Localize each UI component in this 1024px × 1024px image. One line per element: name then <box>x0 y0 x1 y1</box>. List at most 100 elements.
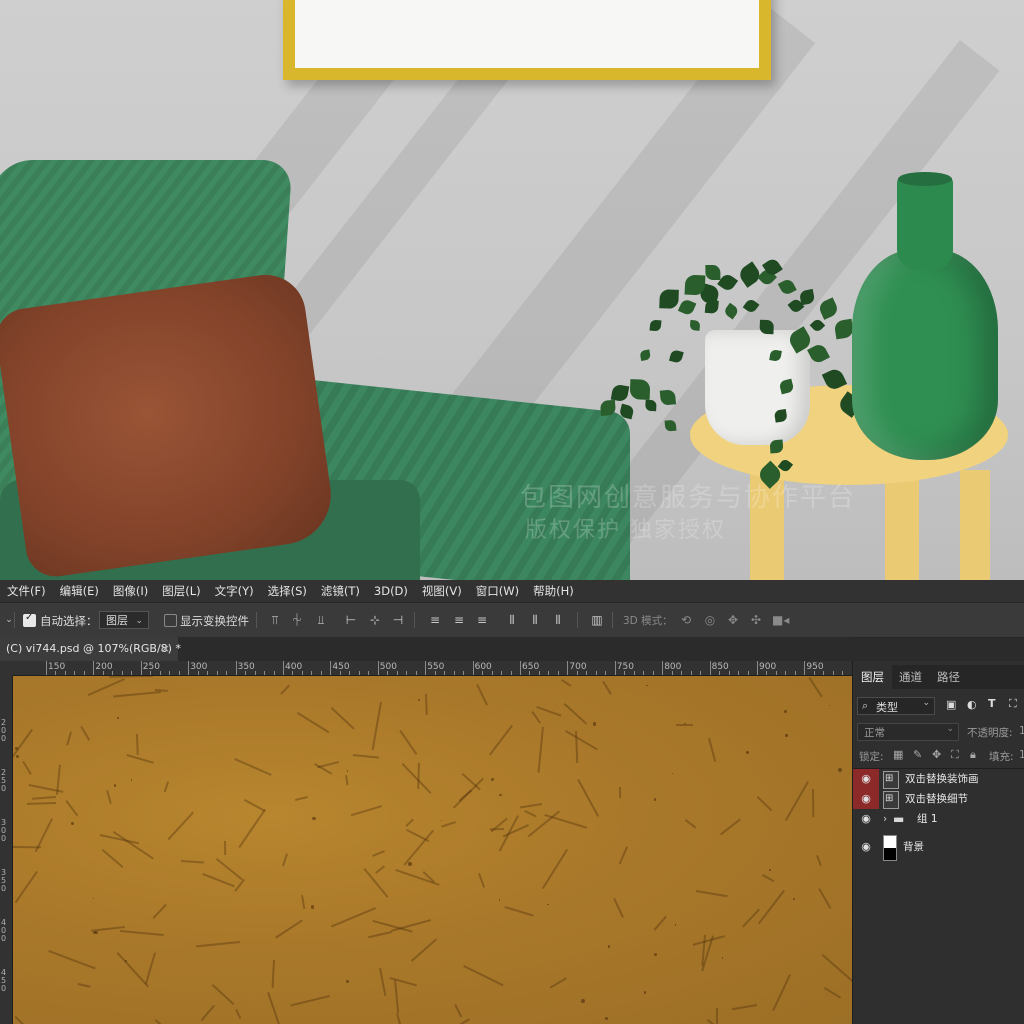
filter-type-icon[interactable]: T <box>988 697 996 710</box>
menu-item[interactable]: 3D(D) <box>367 584 415 598</box>
distribute-horizontal-center-icon[interactable]: ⦀ <box>528 613 542 627</box>
menu-item[interactable]: 文字(Y) <box>208 583 261 599</box>
layer-row[interactable]: ◉ 背景 <box>853 833 1024 861</box>
smart-object-thumbnail: ⊞ <box>883 771 899 789</box>
ruler-minor-tick <box>178 671 180 675</box>
ivy-leaf <box>689 319 701 331</box>
eye-icon[interactable]: ◉ <box>853 769 879 789</box>
distribute-left-icon[interactable]: ⦀ <box>505 613 519 627</box>
panel-tab[interactable]: 通道 <box>891 665 930 689</box>
eye-icon[interactable]: ◉ <box>853 789 879 809</box>
menu-item[interactable]: 窗口(W) <box>469 583 526 599</box>
menu-item[interactable]: 编辑(E) <box>53 583 106 599</box>
blend-mode-value: 正常 <box>864 727 885 739</box>
align-vertical-center-icon[interactable]: ⏆ <box>290 613 304 627</box>
texture-crack <box>372 701 383 751</box>
menu-item[interactable]: 滤镜(T) <box>314 583 367 599</box>
ruler-minor-tick <box>747 671 749 675</box>
texture-speck <box>605 1016 609 1020</box>
ruler-minor-tick <box>150 671 152 675</box>
texture-crack <box>504 906 534 916</box>
chevron-down-icon: ⌄ <box>946 724 954 734</box>
texture-crack <box>152 903 168 919</box>
texture-crack <box>563 702 587 724</box>
lock-transparent-icon[interactable]: ▦ <box>893 748 903 761</box>
layer-row[interactable]: ◉ › ▬ 组 1 <box>853 809 1024 829</box>
layer-row[interactable]: ◉ ⊞ 双击替换装饰画 <box>853 769 1024 789</box>
table-leg <box>885 470 919 580</box>
ruler-minor-tick <box>463 671 465 675</box>
menu-item[interactable]: 选择(S) <box>261 583 314 599</box>
eye-icon[interactable]: ◉ <box>853 809 879 829</box>
menu-item[interactable]: 文件(F) <box>0 583 53 599</box>
lock-artboard-icon[interactable]: ⛶ <box>951 748 959 762</box>
texture-crack <box>375 866 385 874</box>
align-left-icon[interactable]: ⊢ <box>344 613 358 627</box>
texture-speck <box>15 755 19 758</box>
lock-all-icon[interactable]: 🔒︎ <box>970 748 976 762</box>
align-top-icon[interactable]: ⫪ <box>268 613 282 627</box>
smart-object-thumbnail: ⊞ <box>883 791 899 809</box>
distribute-vertical-center-icon[interactable]: ≡ <box>452 613 466 627</box>
texture-speck <box>70 821 75 826</box>
smart-object-icon: ⊞ <box>885 793 894 804</box>
texture-speck <box>643 991 647 995</box>
ruler-origin[interactable] <box>0 661 12 675</box>
lock-position-icon[interactable]: ✥ <box>932 748 941 761</box>
roll-3d-icon[interactable]: ◎ <box>703 613 717 627</box>
texture-speck <box>580 999 585 1004</box>
texture-crack <box>757 795 773 811</box>
close-icon[interactable]: × <box>161 637 170 661</box>
scale-3d-icon[interactable]: ■◂ <box>772 613 789 627</box>
drag-3d-icon[interactable]: ✥ <box>726 613 740 627</box>
distribute-right-icon[interactable]: ⦀ <box>551 613 565 627</box>
ruler-minor-tick <box>719 671 721 675</box>
texture-crack <box>619 787 622 799</box>
ivy-leaf <box>629 379 650 400</box>
layer-filter-dropdown[interactable]: ⌕ 类型 ⌄ <box>857 697 935 715</box>
texture-crack <box>330 707 355 730</box>
vertical-ruler[interactable]: 0 2 0 0 2 5 0 3 0 0 3 5 0 4 0 0 4 5 0 <box>0 675 13 1024</box>
distribute-top-icon[interactable]: ≡ <box>428 613 442 627</box>
align-bottom-icon[interactable]: ⫫ <box>314 613 328 627</box>
panel-tab[interactable]: 路径 <box>929 665 968 689</box>
ruler-minor-tick <box>311 671 313 675</box>
menu-item[interactable]: 帮助(H) <box>526 583 581 599</box>
distribute-bottom-icon[interactable]: ≡ <box>475 613 489 627</box>
filter-shape-icon[interactable]: ⛶ <box>1009 697 1017 711</box>
auto-select-target-dropdown[interactable]: 图层 ⌄ <box>99 611 149 629</box>
horizontal-ruler[interactable]: 150 200 250 300 350 400 450 500 550 600 650 700 750 8… <box>12 661 852 676</box>
texture-crack <box>352 753 379 758</box>
document-canvas[interactable] <box>13 676 852 1024</box>
filter-pixel-icon[interactable]: ▣ <box>946 698 956 711</box>
show-transform-checkbox[interactable] <box>164 614 177 627</box>
ruler-minor-tick <box>823 671 825 675</box>
blend-mode-dropdown[interactable]: 正常 ⌄ <box>857 723 959 741</box>
eye-icon[interactable]: ◉ <box>853 833 879 853</box>
texture-crack <box>716 1007 719 1024</box>
texture-crack <box>13 845 42 848</box>
slide-3d-icon[interactable]: ✣ <box>749 613 763 627</box>
menu-item[interactable]: 图像(I) <box>106 583 155 599</box>
panel-tab[interactable]: 图层 <box>853 665 892 689</box>
texture-speck <box>838 768 843 773</box>
texture-crack <box>618 846 628 865</box>
fill-value[interactable]: 1 <box>1019 749 1024 761</box>
texture-crack <box>290 995 330 1007</box>
align-horizontal-center-icon[interactable]: ⊹ <box>368 613 382 627</box>
chevron-right-icon[interactable]: › <box>883 809 887 829</box>
texture-crack <box>154 1018 177 1024</box>
filter-adjustment-icon[interactable]: ◐ <box>967 698 977 711</box>
menu-item[interactable]: 图层(L) <box>155 583 207 599</box>
opacity-value[interactable]: 1 <box>1019 725 1024 737</box>
orbit-3d-icon[interactable]: ⟲ <box>679 613 693 627</box>
layer-row[interactable]: ◉ ⊞ 双击替换细节 <box>853 789 1024 809</box>
auto-select-checkbox[interactable] <box>23 612 36 627</box>
align-right-icon[interactable]: ⊣ <box>391 613 405 627</box>
texture-crack <box>565 729 598 750</box>
lock-pixels-icon[interactable]: ✎ <box>913 748 922 761</box>
document-tab[interactable]: (C) vi744.psd @ 107%(RGB/8) * × <box>0 637 181 661</box>
texture-crack <box>280 684 291 695</box>
menu-item[interactable]: 视图(V) <box>415 583 469 599</box>
auto-align-layers-icon[interactable]: ▥ <box>590 613 604 627</box>
